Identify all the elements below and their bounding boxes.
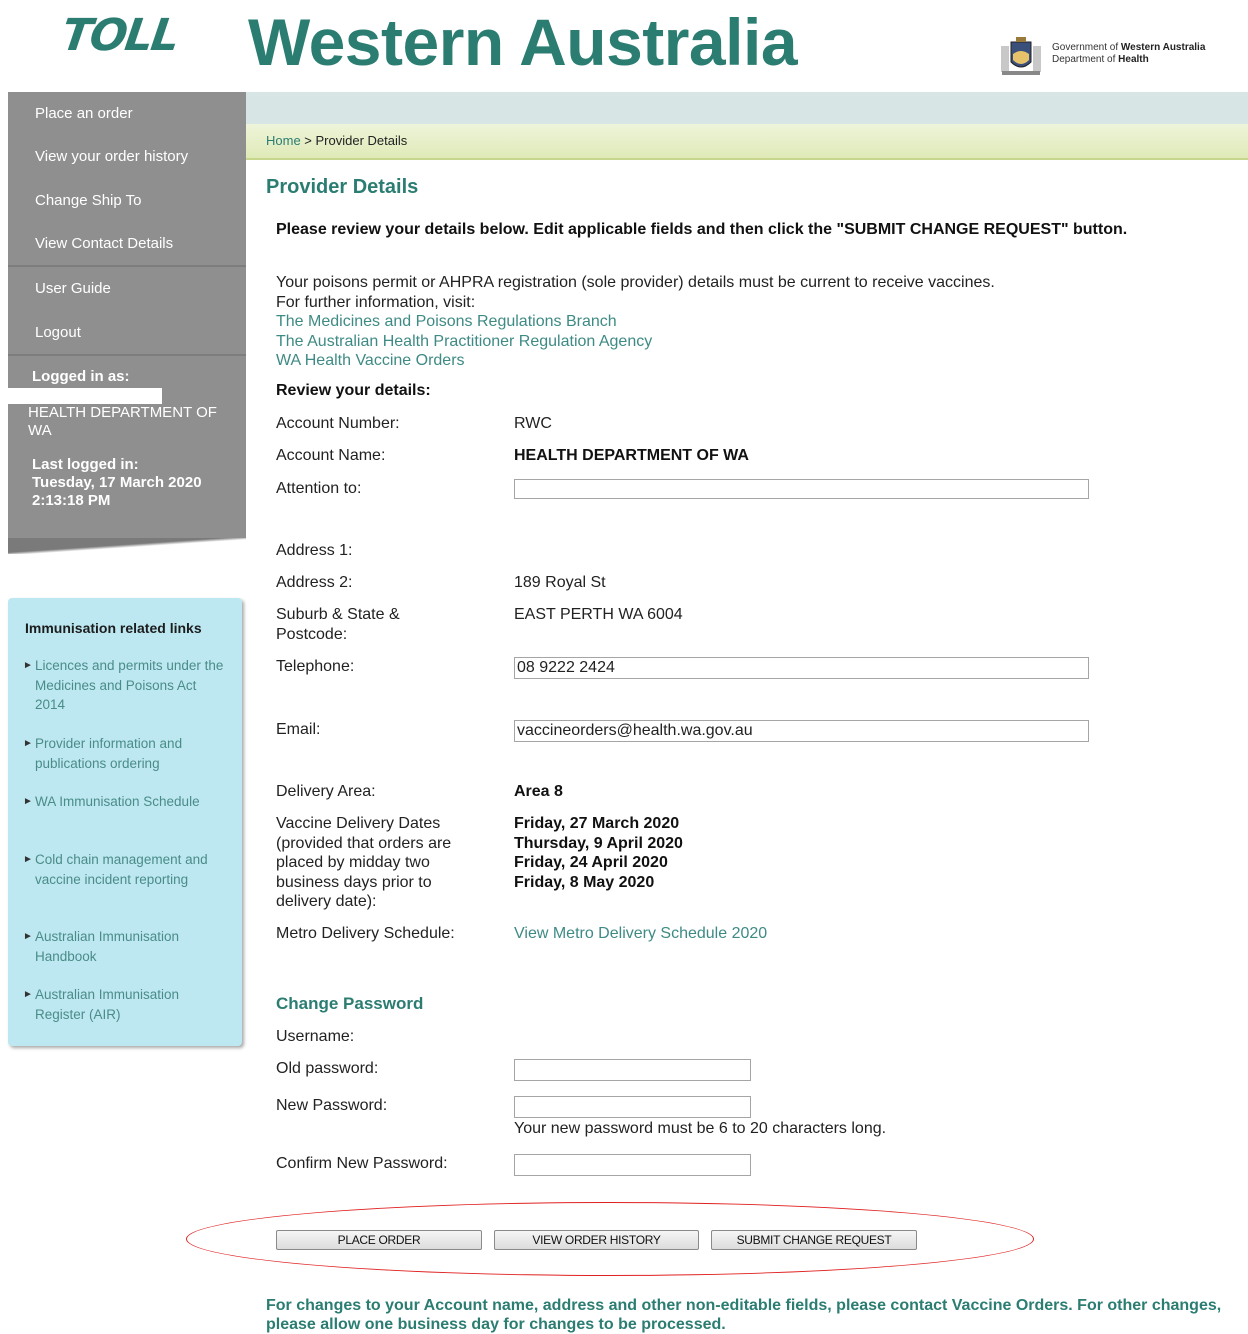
review-heading: Review your details: bbox=[276, 382, 431, 399]
username-label: Username: bbox=[276, 1028, 355, 1045]
last-logged-value: Tuesday, 17 March 2020 2:13:18 PM bbox=[32, 474, 202, 509]
immunisation-links-box: Immunisation related links ► Licences an… bbox=[8, 598, 242, 1046]
delivery-date: Thursday, 9 April 2020 bbox=[514, 834, 683, 852]
wa-crest-icon bbox=[1001, 37, 1041, 75]
footer-note: For changes to your Account name, addres… bbox=[266, 1297, 1222, 1333]
bullet-arrow-icon: ► bbox=[23, 738, 33, 749]
sidebar-item-order-history[interactable]: View your order history bbox=[35, 148, 188, 165]
link-wa-vaccine-orders[interactable]: WA Health Vaccine Orders bbox=[276, 351, 1196, 371]
further-info-text: For further information, visit: bbox=[276, 293, 476, 311]
new-password-label: New Password: bbox=[276, 1097, 388, 1114]
sidebar-item-change-ship-to[interactable]: Change Ship To bbox=[35, 192, 141, 209]
page-title: Provider Details bbox=[266, 176, 419, 198]
link-immunisation-register[interactable]: ► Australian Immunisation Register (AIR) bbox=[23, 985, 225, 1024]
new-password-input[interactable] bbox=[514, 1096, 751, 1118]
old-password-input[interactable] bbox=[514, 1059, 751, 1081]
breadcrumb-bar: Home > Provider Details bbox=[246, 124, 1248, 160]
links-box-title: Immunisation related links bbox=[25, 620, 202, 636]
account-number-label: Account Number: bbox=[276, 415, 400, 432]
address2-label: Address 2: bbox=[276, 574, 353, 591]
delivery-date: Friday, 27 March 2020 bbox=[514, 815, 680, 832]
government-text: Government of Western Australia Departme… bbox=[1052, 42, 1206, 65]
intro-instructions: Please review your details below. Edit a… bbox=[276, 221, 1128, 238]
logged-in-account: HEALTH DEPARTMENT OF WA bbox=[28, 404, 217, 439]
change-password-heading: Change Password bbox=[276, 994, 424, 1013]
confirm-password-label: Confirm New Password: bbox=[276, 1155, 448, 1172]
logged-in-label: Logged in as: bbox=[32, 368, 130, 385]
breadcrumb-separator: > bbox=[300, 133, 316, 148]
sidebar-divider bbox=[8, 354, 246, 356]
confirm-password-input[interactable] bbox=[514, 1154, 751, 1176]
sidebar-item-contact-details[interactable]: View Contact Details bbox=[35, 235, 173, 252]
delivery-area-label: Delivery Area: bbox=[276, 783, 376, 800]
suburb-label: Suburb & State & Postcode: bbox=[276, 606, 400, 643]
account-name-value: HEALTH DEPARTMENT OF WA bbox=[514, 447, 749, 464]
site-header: TOLL Western Australia Government of Wes… bbox=[0, 0, 1248, 90]
bullet-arrow-icon: ► bbox=[23, 660, 33, 671]
sidebar-divider bbox=[8, 265, 246, 267]
site-title: Western Australia bbox=[248, 5, 798, 79]
sidebar-item-user-guide[interactable]: User Guide bbox=[35, 280, 111, 297]
top-band bbox=[246, 92, 1248, 124]
telephone-label: Telephone: bbox=[276, 658, 355, 675]
permit-info-text: Your poisons permit or AHPRA registratio… bbox=[276, 274, 995, 291]
view-order-history-button[interactable]: VIEW ORDER HISTORY bbox=[494, 1230, 699, 1250]
bullet-arrow-icon: ► bbox=[23, 796, 33, 807]
breadcrumb-current: Provider Details bbox=[315, 133, 408, 148]
attention-input[interactable] bbox=[514, 479, 1089, 499]
address1-label: Address 1: bbox=[276, 542, 353, 559]
delivery-date: Friday, 24 April 2020 bbox=[514, 854, 668, 871]
link-medicines-poisons-branch[interactable]: The Medicines and Poisons Regulations Br… bbox=[276, 312, 1196, 332]
last-logged-label: Last logged in: bbox=[32, 456, 139, 473]
delivery-date: Friday, 8 May 2020 bbox=[514, 873, 655, 891]
permit-info: Your poisons permit or AHPRA registratio… bbox=[276, 273, 1196, 371]
password-length-hint: Your new password must be 6 to 20 charac… bbox=[514, 1120, 887, 1137]
bullet-arrow-icon: ► bbox=[23, 989, 33, 1000]
account-number-value: RWC bbox=[514, 415, 552, 432]
link-ahpra[interactable]: The Australian Health Practitioner Regul… bbox=[276, 332, 1196, 352]
sidebar-item-place-order[interactable]: Place an order bbox=[35, 105, 133, 122]
email-input[interactable] bbox=[514, 720, 1089, 742]
link-licences-permits[interactable]: ► Licences and permits under the Medicin… bbox=[23, 656, 225, 715]
sidebar-shadow bbox=[8, 538, 246, 554]
link-immunisation-schedule[interactable]: ► WA Immunisation Schedule bbox=[23, 792, 225, 812]
attention-label: Attention to: bbox=[276, 480, 362, 497]
delivery-area-value: Area 8 bbox=[514, 783, 563, 800]
metro-schedule-label: Metro Delivery Schedule: bbox=[276, 925, 455, 942]
link-cold-chain[interactable]: ► Cold chain management and vaccine inci… bbox=[23, 850, 225, 889]
metro-schedule-link[interactable]: View Metro Delivery Schedule 2020 bbox=[514, 924, 767, 944]
old-password-label: Old password: bbox=[276, 1060, 379, 1077]
toll-logo[interactable]: TOLL bbox=[58, 10, 181, 61]
redacted-username bbox=[8, 388, 162, 404]
sidebar-item-logout[interactable]: Logout bbox=[35, 324, 81, 341]
bullet-arrow-icon: ► bbox=[23, 931, 33, 942]
delivery-dates-label: Vaccine Delivery Dates (provided that or… bbox=[276, 815, 452, 910]
telephone-input[interactable] bbox=[514, 657, 1089, 679]
bullet-arrow-icon: ► bbox=[23, 854, 33, 865]
address2-value: 189 Royal St bbox=[514, 574, 606, 591]
breadcrumb-home-link[interactable]: Home bbox=[266, 133, 301, 148]
account-name-label: Account Name: bbox=[276, 447, 386, 464]
place-order-button[interactable]: PLACE ORDER bbox=[276, 1230, 482, 1250]
link-immunisation-handbook[interactable]: ► Australian Immunisation Handbook bbox=[23, 927, 225, 966]
link-provider-information[interactable]: ► Provider information and publications … bbox=[23, 734, 225, 773]
breadcrumb: Home > Provider Details bbox=[266, 133, 407, 148]
suburb-value: EAST PERTH WA 6004 bbox=[514, 606, 683, 623]
government-logo: Government of Western Australia Departme… bbox=[1000, 36, 1245, 76]
email-label: Email: bbox=[276, 721, 321, 738]
delivery-dates-list: Friday, 27 March 2020 Thursday, 9 April … bbox=[514, 814, 683, 892]
submit-change-request-button[interactable]: SUBMIT CHANGE REQUEST bbox=[711, 1230, 917, 1250]
